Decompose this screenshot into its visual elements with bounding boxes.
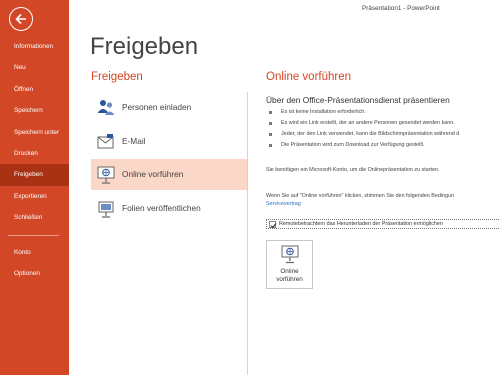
checkmark-icon: [270, 223, 277, 229]
page-title: Freigeben: [90, 33, 199, 60]
option-personen-einladen[interactable]: Personen einladen: [91, 92, 247, 123]
nav-item-informationen[interactable]: Informationen: [0, 36, 69, 57]
list-item: Es ist keine Installation erforderlich.: [268, 107, 459, 118]
backstage-sidebar: Informationen Neu Öffnen Speichern Speic…: [0, 0, 69, 375]
checkbox-label: Remotebetrachtern das Herunterladen der …: [279, 221, 443, 227]
backstage-nav: Informationen Neu Öffnen Speichern Speic…: [0, 36, 69, 284]
option-label: Online vorführen: [122, 169, 184, 179]
list-item: Jeder, der den Link verwendet, kann die …: [268, 129, 459, 140]
nav-item-drucken[interactable]: Drucken: [0, 143, 69, 164]
option-folien-veroeffentlichen[interactable]: Folien veröffentlichen: [91, 193, 247, 224]
list-item: Es wird ein Link erstellt, der an andere…: [268, 118, 459, 129]
section-title: Freigeben: [91, 71, 143, 83]
nav-item-exportieren[interactable]: Exportieren: [0, 186, 69, 207]
window-title: Präsentation1 - PowerPoint: [362, 5, 440, 12]
publish-slides-icon: [98, 201, 114, 218]
option-label: Personen einladen: [122, 102, 192, 112]
nav-item-schliessen[interactable]: Schließen: [0, 207, 69, 228]
nav-item-neu[interactable]: Neu: [0, 57, 69, 78]
people-icon: [97, 100, 115, 115]
option-email[interactable]: E-Mail: [91, 126, 247, 157]
terms-note: Wenn Sie auf "Online vorführen" klicken,…: [266, 193, 455, 199]
panel-title: Online vorführen: [266, 71, 352, 83]
feature-list: Es ist keine Installation erforderlich. …: [268, 107, 459, 151]
back-button[interactable]: [9, 7, 33, 31]
option-online-vorfuehren[interactable]: Online vorführen: [91, 159, 247, 190]
nav-item-konto[interactable]: Konto: [0, 242, 69, 263]
service-agreement-link[interactable]: Servicevertrag: [266, 201, 301, 207]
panel-divider: [247, 92, 248, 375]
nav-item-oeffnen[interactable]: Öffnen: [0, 79, 69, 100]
present-online-icon: [97, 166, 115, 184]
option-label: E-Mail: [122, 135, 146, 146]
back-arrow-icon: [15, 13, 26, 25]
nav-item-speichern-unter[interactable]: Speichern unter: [0, 122, 69, 143]
present-online-button[interactable]: Online vorführen: [266, 240, 313, 289]
present-online-icon: [281, 245, 299, 264]
present-online-button-label: Online vorführen: [276, 268, 303, 283]
panel-subheading: Über den Office-Präsentationsdienst präs…: [266, 95, 450, 105]
nav-item-freigeben[interactable]: Freigeben: [0, 164, 69, 186]
account-note: Sie benötigen ein Microsoft-Konto, um di…: [266, 167, 440, 173]
share-options-list: Personen einladen E-Mail Online vorführe…: [91, 92, 247, 226]
nav-divider: [8, 234, 59, 236]
nav-item-optionen[interactable]: Optionen: [0, 263, 69, 284]
nav-item-speichern[interactable]: Speichern: [0, 100, 69, 121]
email-icon: [97, 133, 114, 148]
allow-download-option[interactable]: Remotebetrachtern das Herunterladen der …: [266, 219, 500, 229]
list-item: Die Präsentation wird zum Download zur V…: [268, 140, 459, 151]
allow-download-checkbox[interactable]: [269, 221, 277, 229]
option-label: Folien veröffentlichen: [122, 202, 201, 213]
